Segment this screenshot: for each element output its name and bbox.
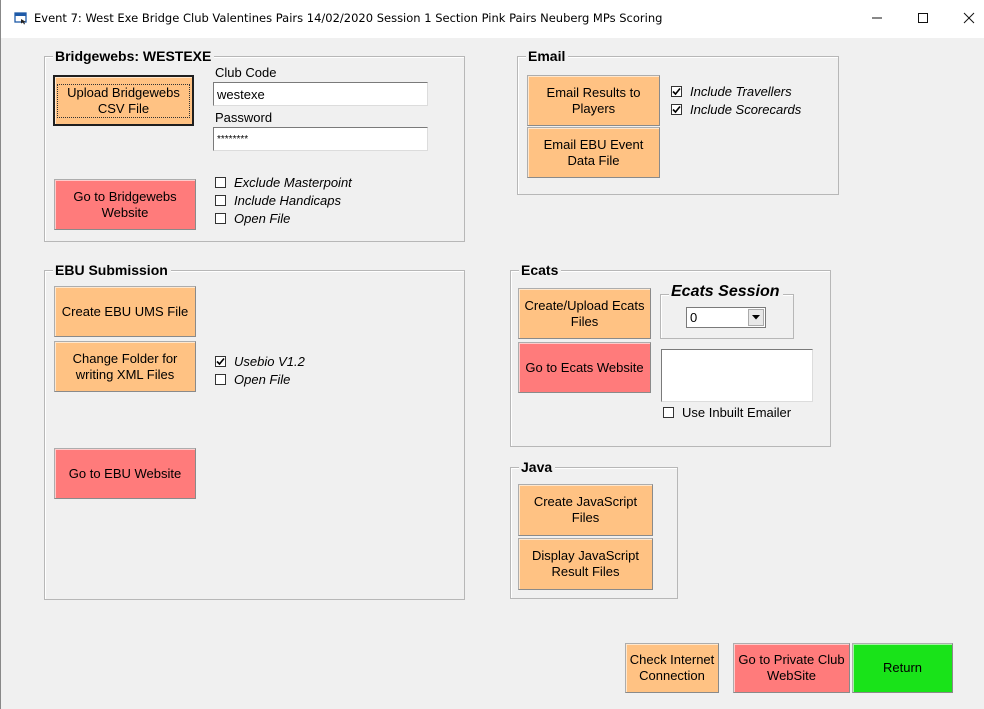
- ebu-legend: EBU Submission: [53, 262, 171, 278]
- change-folder-xml-button[interactable]: Change Folder for writing XML Files: [54, 341, 196, 392]
- password-label: Password: [215, 110, 273, 125]
- chevron-down-icon[interactable]: [748, 309, 764, 326]
- check-icon: [216, 357, 225, 366]
- checkbox-label: Open File: [234, 211, 291, 226]
- open-file-ebu-checkbox[interactable]: Open File: [215, 372, 290, 387]
- checkbox-label: Exclude Masterpoint: [234, 175, 352, 190]
- checkbox-label: Usebio V1.2: [234, 354, 305, 369]
- checkbox-box: [671, 86, 682, 97]
- goto-bridgewebs-button[interactable]: Go to Bridgewebs Website: [54, 179, 196, 230]
- return-button[interactable]: Return: [852, 643, 953, 693]
- upload-bridgewebs-csv-label: Upload Bridgewebs CSV File: [57, 83, 190, 118]
- ecats-email-listbox[interactable]: [661, 349, 813, 402]
- bridgewebs-legend: Bridgewebs: WESTEXE: [53, 48, 215, 64]
- ecats-session-legend: Ecats Session: [669, 284, 783, 300]
- checkbox-label: Open File: [234, 372, 291, 387]
- checkbox-label: Use Inbuilt Emailer: [682, 405, 792, 420]
- checkbox-box: [215, 213, 226, 224]
- java-legend: Java: [519, 459, 556, 475]
- maximize-icon: [918, 13, 928, 23]
- upload-bridgewebs-csv-button[interactable]: Upload Bridgewebs CSV File: [53, 75, 194, 126]
- checkbox-box: [215, 356, 226, 367]
- close-icon: [963, 12, 975, 24]
- checkbox-box: [663, 407, 674, 418]
- check-internet-button[interactable]: Check Internet Connection: [625, 643, 719, 693]
- checkbox-box: [215, 374, 226, 385]
- checkbox-box: [215, 177, 226, 188]
- checkbox-box: [215, 195, 226, 206]
- display-javascript-button[interactable]: Display JavaScript Result Files: [518, 538, 653, 590]
- email-results-button[interactable]: Email Results to Players: [527, 75, 660, 126]
- window-title: Event 7: West Exe Bridge Club Valentines…: [34, 11, 663, 25]
- email-legend: Email: [526, 48, 569, 64]
- include-handicaps-checkbox[interactable]: Include Handicaps: [215, 193, 341, 208]
- create-upload-ecats-button[interactable]: Create/Upload Ecats Files: [518, 288, 651, 339]
- maximize-button[interactable]: [900, 0, 946, 36]
- goto-ebu-website-button[interactable]: Go to EBU Website: [54, 448, 196, 499]
- ecats-session-select[interactable]: 0: [686, 307, 766, 328]
- usebio-checkbox[interactable]: Usebio V1.2: [215, 354, 305, 369]
- include-travellers-checkbox[interactable]: Include Travellers: [671, 84, 792, 99]
- use-inbuilt-emailer-checkbox[interactable]: Use Inbuilt Emailer: [663, 405, 791, 420]
- open-file-bridgewebs-checkbox[interactable]: Open File: [215, 211, 290, 226]
- exclude-masterpoint-checkbox[interactable]: Exclude Masterpoint: [215, 175, 352, 190]
- minimize-button[interactable]: [854, 0, 900, 36]
- minimize-icon: [872, 17, 882, 19]
- checkbox-box: [671, 104, 682, 115]
- checkbox-label: Include Travellers: [690, 84, 792, 99]
- private-club-website-button[interactable]: Go to Private Club WebSite: [733, 643, 850, 693]
- title-bar: Event 7: West Exe Bridge Club Valentines…: [0, 0, 984, 38]
- include-scorecards-checkbox[interactable]: Include Scorecards: [671, 102, 801, 117]
- app-icon: [14, 12, 27, 25]
- club-code-input[interactable]: [213, 82, 428, 106]
- create-javascript-button[interactable]: Create JavaScript Files: [518, 484, 653, 536]
- close-button[interactable]: [946, 0, 984, 36]
- ecats-session-value: 0: [690, 310, 698, 325]
- ecats-legend: Ecats: [519, 262, 562, 278]
- check-icon: [672, 87, 681, 96]
- goto-ecats-website-button[interactable]: Go to Ecats Website: [518, 342, 651, 393]
- checkbox-label: Include Handicaps: [234, 193, 341, 208]
- password-input[interactable]: [213, 127, 428, 151]
- check-icon: [672, 105, 681, 114]
- club-code-label: Club Code: [215, 65, 277, 80]
- create-ebu-ums-button[interactable]: Create EBU UMS File: [54, 286, 196, 337]
- email-ebu-event-button[interactable]: Email EBU Event Data File: [527, 127, 660, 178]
- checkbox-label: Include Scorecards: [690, 102, 802, 117]
